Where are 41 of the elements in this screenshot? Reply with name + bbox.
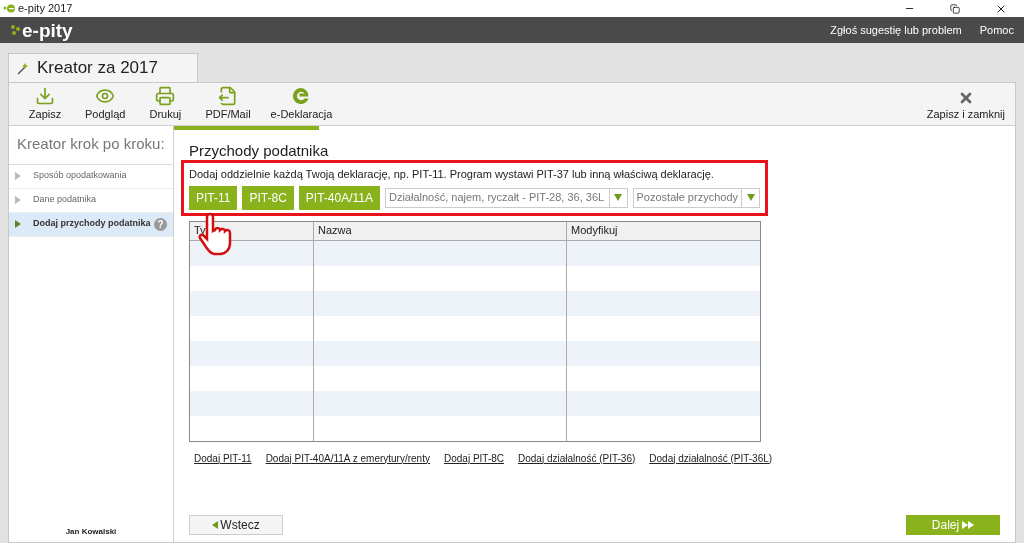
user-name: Jan Kowalski bbox=[65, 527, 117, 536]
hint-text: Dodaj oddzielnie każdą Twoją deklarację, np. PIT-11. Program wystawi PIT-37 lub inną właściwą deklarację. bbox=[189, 167, 715, 182]
header-link[interactable]: Pomoc bbox=[979, 21, 1014, 39]
add-link[interactable]: Dodaj działalność (PIT-36L) bbox=[649, 450, 773, 466]
save-close-button[interactable]: Zapisz i zamknij bbox=[926, 89, 1009, 122]
toolbar-button[interactable]: Zapisz bbox=[15, 85, 75, 122]
add-link[interactable]: Dodaj PIT-8C bbox=[443, 450, 504, 466]
toolbar-button[interactable]: Drukuj bbox=[135, 85, 196, 122]
sidebar-item[interactable]: Sposób opodatkowania bbox=[9, 164, 173, 189]
triangle-icon bbox=[15, 172, 21, 180]
wand-icon bbox=[16, 61, 29, 75]
column-header: Modyfikuj bbox=[570, 223, 619, 239]
triangle-icon bbox=[15, 196, 21, 204]
dropdown-arrow-icon bbox=[614, 194, 622, 201]
wizard-tab[interactable]: Kreator za 2017 bbox=[8, 53, 198, 82]
back-button[interactable]: Wstecz bbox=[189, 515, 283, 535]
toolbar-button[interactable]: e-Deklaracja bbox=[260, 85, 343, 122]
sidebar-title: Kreator krok po kroku: bbox=[9, 126, 173, 165]
left-arrow-icon bbox=[212, 521, 219, 529]
restore-icon bbox=[950, 3, 960, 14]
header-link[interactable]: Zgłoś sugestię lub problem bbox=[830, 21, 962, 39]
add-link[interactable]: Dodaj PIT-11 bbox=[194, 450, 252, 466]
add-link[interactable]: Dodaj działalność (PIT-36) bbox=[518, 450, 636, 466]
toolbar-button[interactable]: Podgląd bbox=[75, 85, 136, 122]
section-title: Przychody podatnika bbox=[189, 142, 330, 160]
window-title: e-pity 2017 bbox=[18, 1, 73, 17]
triangle-icon bbox=[15, 220, 21, 228]
dropdown[interactable]: Pozostałe przychody bbox=[632, 187, 760, 208]
column-header: Nazwa bbox=[314, 221, 567, 240]
add-link[interactable]: Dodaj PIT-40A/11A z emerytury/renty bbox=[265, 450, 430, 466]
printer-icon bbox=[155, 85, 176, 106]
double-arrow-icon bbox=[962, 521, 975, 529]
dropdown[interactable]: Działalność, najem, ryczałt - PIT-28, 36, 36L bbox=[384, 187, 628, 208]
app-logo-icon bbox=[3, 3, 15, 14]
file-export-icon bbox=[218, 85, 238, 106]
app-logo: e-pity bbox=[10, 20, 73, 40]
dropdown-arrow-icon bbox=[746, 194, 755, 201]
download-icon bbox=[35, 85, 55, 106]
sidebar-item[interactable]: Dodaj przychody podatnika ? bbox=[9, 212, 173, 237]
toolbar-button[interactable]: PDF/Mail bbox=[195, 85, 261, 122]
sidebar-item[interactable]: Dane podatnika bbox=[9, 188, 173, 213]
